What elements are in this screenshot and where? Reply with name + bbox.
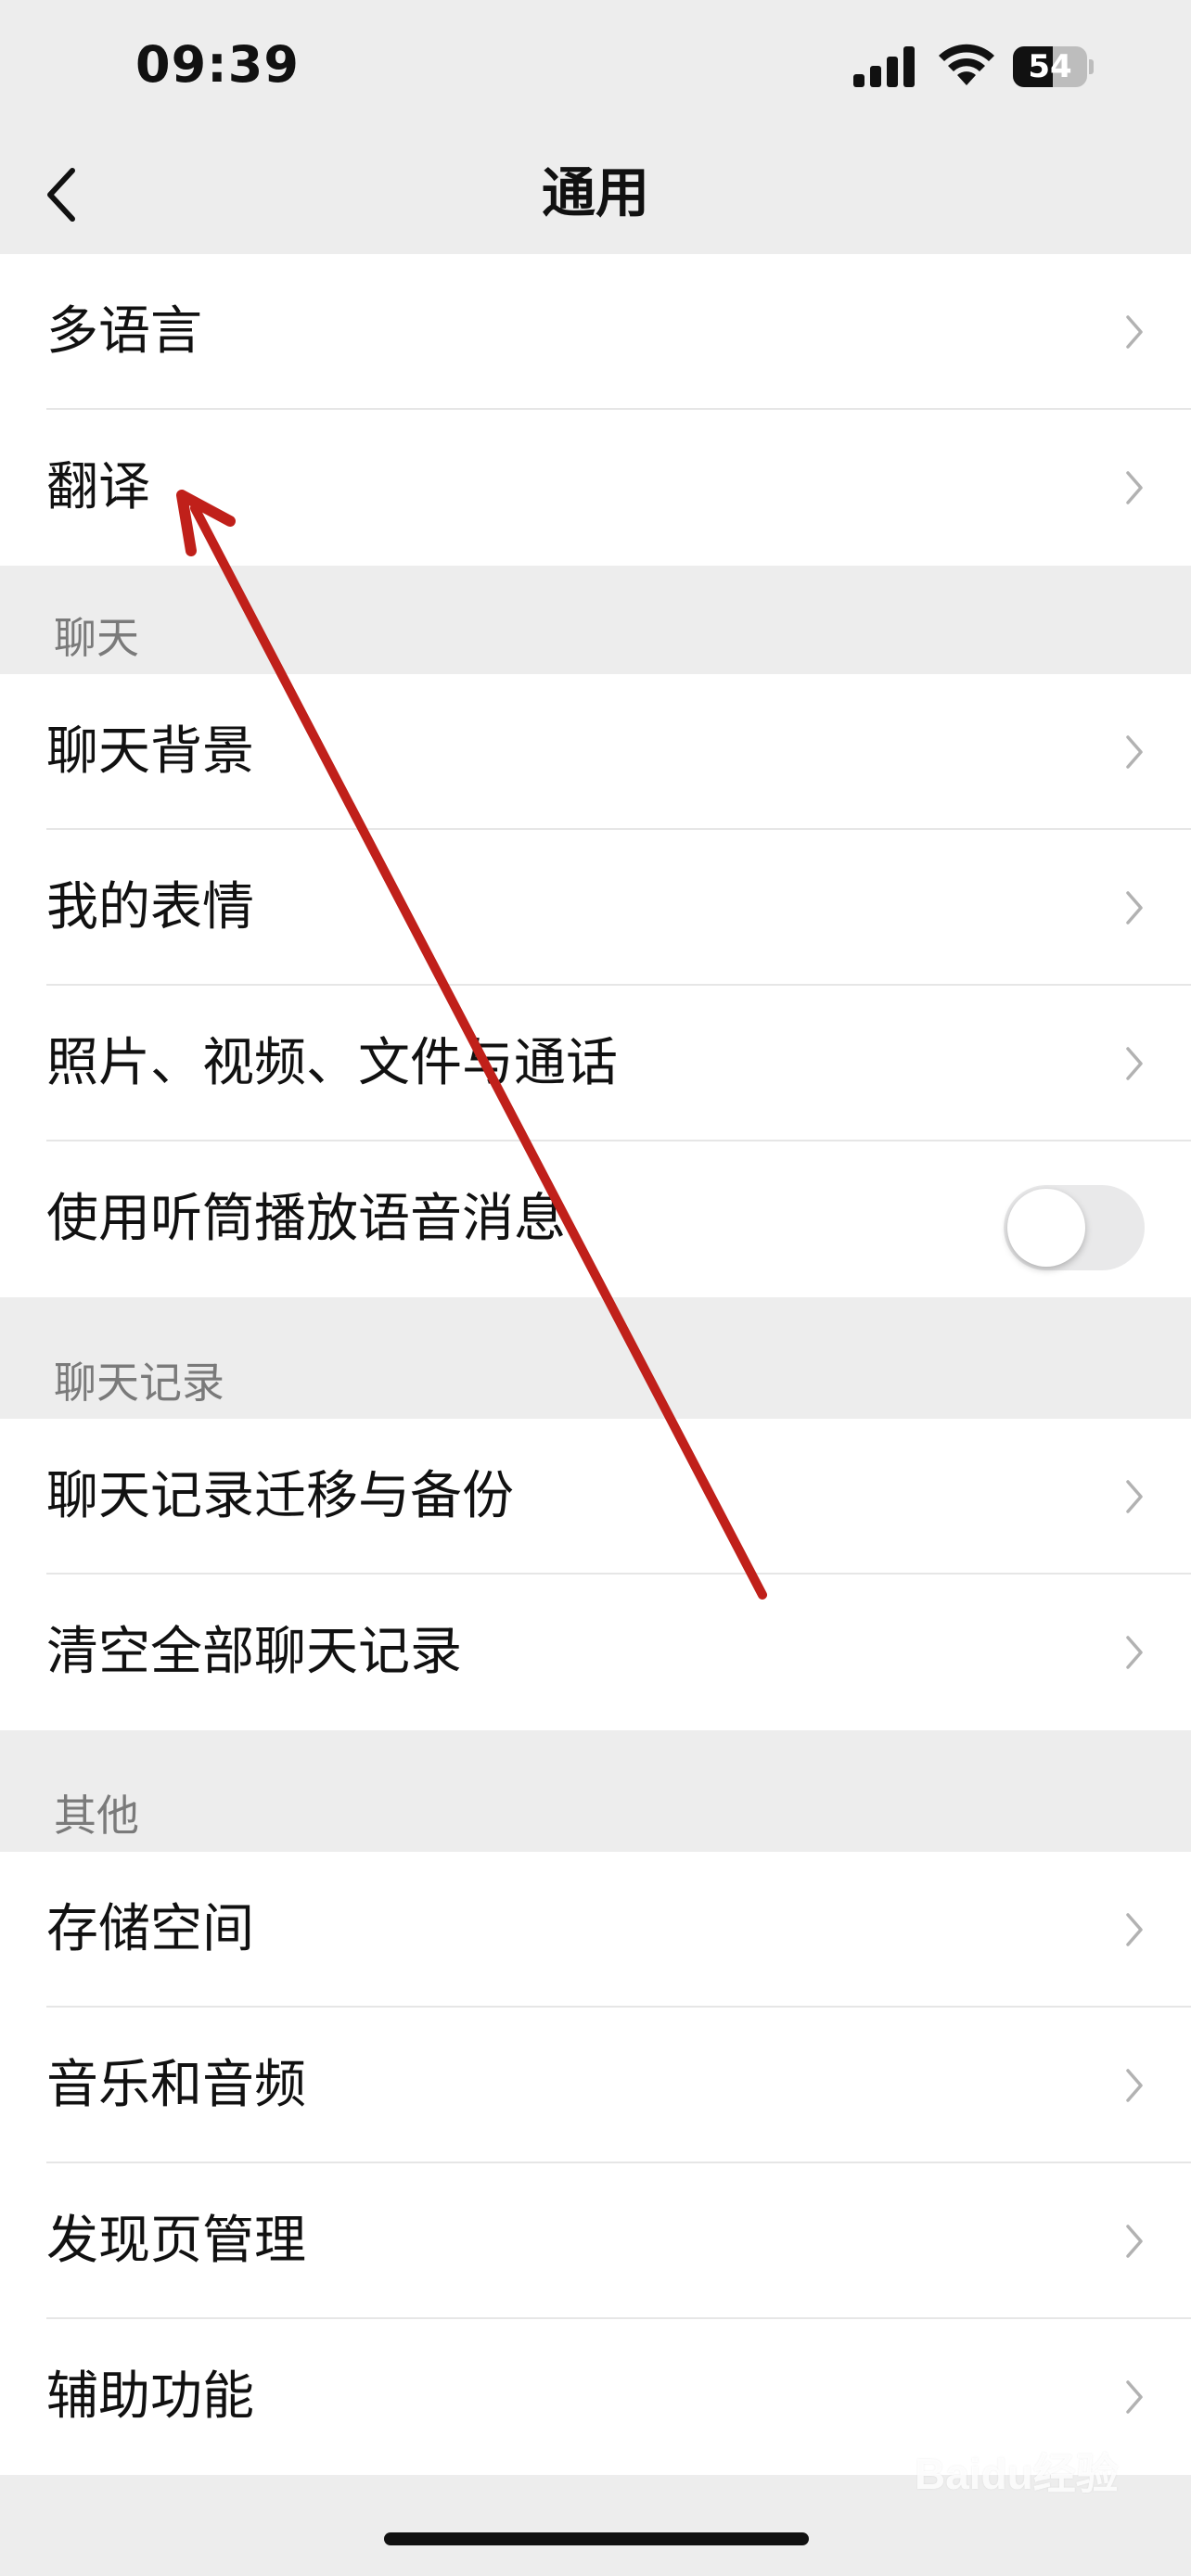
settings-group-language: 多语言 翻译 [0,254,1191,566]
list-item-storage[interactable]: 存储空间 [0,1852,1191,2008]
section-header-other: 其他 [54,1791,139,1841]
chevron-right-icon [1126,1047,1143,1080]
status-time: 09:39 [135,35,300,94]
battery-level: 54 [1028,48,1072,85]
item-label: 清空全部聊天记录 [46,1622,462,1682]
chevron-right-icon [1126,2225,1143,2258]
list-item-music-audio[interactable]: 音乐和音频 [0,2008,1191,2163]
chevron-right-icon [1126,735,1143,769]
item-label: 发现页管理 [46,2211,306,2271]
item-label: 使用听筒播放语音消息 [46,1189,566,1249]
toggle-knob [1007,1189,1085,1267]
chevron-right-icon [1126,891,1143,925]
list-item-media-files-calls[interactable]: 照片、视频、文件与通话 [0,986,1191,1141]
list-item-earpiece-playback: 使用听筒播放语音消息 [0,1141,1191,1297]
list-item-translate[interactable]: 翻译 [0,410,1191,566]
settings-group-chat: 聊天背景 我的表情 照片、视频、文件与通话 使用听筒播放语音消息 [0,674,1191,1297]
settings-group-chat-history: 聊天记录迁移与备份 清空全部聊天记录 [0,1419,1191,1730]
navigation-bar: 通用 [0,139,1191,252]
page-title: 通用 [541,161,649,224]
list-item-multi-language[interactable]: 多语言 [0,254,1191,410]
chevron-right-icon [1126,1636,1143,1669]
chevron-right-icon [1126,2069,1143,2102]
status-bar: 09:39 54 [0,0,1191,139]
home-indicator[interactable] [384,2532,809,2545]
item-label: 存储空间 [46,1899,254,1959]
settings-group-other: 存储空间 音乐和音频 发现页管理 辅助功能 [0,1852,1191,2475]
list-item-my-stickers[interactable]: 我的表情 [0,830,1191,986]
wifi-icon [939,44,994,85]
list-item-clear-all-chats[interactable]: 清空全部聊天记录 [0,1575,1191,1730]
chevron-right-icon [1126,2380,1143,2414]
battery-icon: 54 [1013,46,1094,87]
item-label: 音乐和音频 [46,2055,306,2115]
item-label: 照片、视频、文件与通话 [46,1033,618,1093]
chevron-right-icon [1126,1913,1143,1946]
item-label: 聊天记录迁移与备份 [46,1466,514,1526]
section-header-chat: 聊天 [54,613,139,663]
item-label: 聊天背景 [46,721,254,782]
earpiece-playback-toggle[interactable] [1004,1185,1145,1270]
baidu-watermark: Baidu经验 [915,2450,1119,2498]
list-item-discover-management[interactable]: 发现页管理 [0,2163,1191,2319]
list-item-chat-migration-backup[interactable]: 聊天记录迁移与备份 [0,1419,1191,1575]
item-label: 我的表情 [46,877,254,937]
item-label: 辅助功能 [46,2366,254,2427]
section-header-chat-history: 聊天记录 [54,1358,224,1408]
item-label: 翻译 [46,457,150,517]
cellular-signal-icon [853,46,915,87]
chevron-right-icon [1126,1480,1143,1513]
list-item-chat-background[interactable]: 聊天背景 [0,674,1191,830]
item-label: 多语言 [46,301,202,362]
chevron-right-icon [1126,315,1143,349]
chevron-right-icon [1126,471,1143,504]
